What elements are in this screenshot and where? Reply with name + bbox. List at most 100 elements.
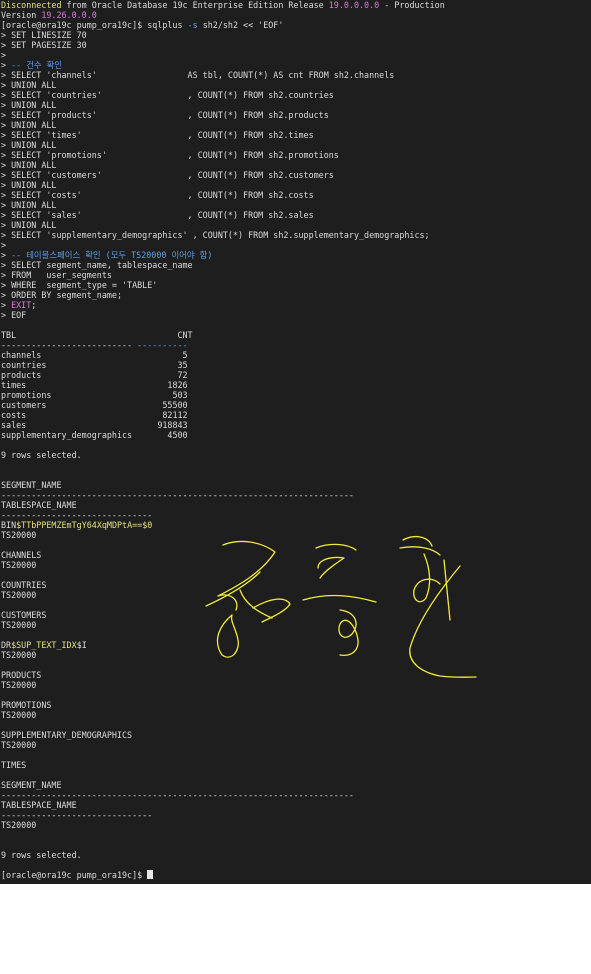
terminal-window[interactable]: Disconnected from Oracle Database 19c En… bbox=[0, 0, 591, 884]
terminal-text: TS20000 bbox=[1, 710, 37, 720]
terminal-line: CUSTOMERS bbox=[1, 610, 445, 620]
terminal-text: > SELECT 'products' , COUNT(*) FROM sh2.… bbox=[1, 110, 329, 120]
terminal-text: TABLESPACE_NAME bbox=[1, 500, 77, 510]
terminal-line: > UNION ALL bbox=[1, 100, 445, 110]
terminal-line: TABLESPACE_NAME bbox=[1, 500, 445, 510]
count-table-row: sales 918843 bbox=[1, 420, 445, 430]
count-table-row: countries 35 bbox=[1, 360, 445, 370]
tbl-cell: products bbox=[1, 370, 42, 380]
terminal-text: $I bbox=[76, 640, 87, 650]
terminal-text: TS20000 bbox=[1, 590, 37, 600]
terminal-text: > bbox=[1, 250, 12, 260]
terminal-line: PRODUCTS bbox=[1, 670, 445, 680]
cell-padding bbox=[51, 390, 172, 400]
terminal-text: ; bbox=[31, 300, 37, 310]
terminal-text: 19.0.0.0.0 bbox=[328, 0, 380, 10]
terminal-text: ------------------------------ bbox=[1, 510, 153, 520]
terminal-text: > SELECT 'supplementary_demographics' , … bbox=[1, 230, 430, 240]
count-table-row: customers 55500 bbox=[1, 400, 445, 410]
terminal-text: > SELECT 'customers' , COUNT(*) FROM sh2… bbox=[1, 170, 334, 180]
cell-padding bbox=[132, 430, 167, 440]
terminal-text: SEGMENT_NAME bbox=[1, 480, 62, 490]
terminal-text: $SUP_TEXT_IDX bbox=[11, 640, 77, 650]
cnt-cell: 72 bbox=[177, 370, 188, 380]
terminal-line: > FROM user_segments bbox=[1, 270, 445, 280]
terminal-line: PROMOTIONS bbox=[1, 700, 445, 710]
tbl-cell: channels bbox=[1, 350, 42, 360]
terminal-text: > UNION ALL bbox=[1, 100, 57, 110]
terminal-text: DR bbox=[1, 640, 12, 650]
count-table-rule: -------------------------- ---------- bbox=[1, 340, 445, 350]
rule-segment: -------------------------- bbox=[1, 340, 138, 350]
cnt-cell: 1826 bbox=[167, 380, 188, 390]
terminal-text: SUPPLEMENTARY_DEMOGRAPHICS bbox=[1, 730, 133, 740]
terminal-text: sh2/sh2 << 'EOF' bbox=[197, 20, 284, 30]
count-table-row: times 1826 bbox=[1, 380, 445, 390]
terminal-text: ----------------------------------------… bbox=[1, 790, 354, 800]
terminal-text: SEGMENT_NAME bbox=[1, 780, 62, 790]
terminal-line: TABLESPACE_NAME bbox=[1, 800, 445, 810]
terminal-text: > UNION ALL bbox=[1, 80, 57, 90]
count-table-row: costs 82112 bbox=[1, 410, 445, 420]
tbl-cell: customers bbox=[1, 400, 47, 410]
terminal-text: > SELECT 'costs' , COUNT(*) FROM sh2.cos… bbox=[1, 190, 314, 200]
terminal-line: TS20000 bbox=[1, 710, 445, 720]
terminal-line: [oracle@ora19c pump_ora19c]$ sqlplus -s … bbox=[1, 20, 445, 30]
terminal-line: CHANNELS bbox=[1, 550, 445, 560]
tbl-cell: supplementary_demographics bbox=[1, 430, 133, 440]
terminal-text: Version bbox=[1, 10, 42, 20]
terminal-text: Disconnected bbox=[1, 0, 62, 10]
terminal-line: > UNION ALL bbox=[1, 80, 445, 90]
rule-segment: ---------- bbox=[137, 340, 188, 350]
count-table-row: promotions 503 bbox=[1, 390, 445, 400]
terminal-line: > SELECT 'supplementary_demographics' , … bbox=[1, 230, 445, 240]
terminal-line: > SELECT 'countries' , COUNT(*) FROM sh2… bbox=[1, 90, 445, 100]
terminal-line: TS20000 bbox=[1, 740, 445, 750]
terminal-line: > EXIT; bbox=[1, 300, 445, 310]
terminal-text: > SET PAGESIZE 30 bbox=[1, 40, 87, 50]
terminal-line: > UNION ALL bbox=[1, 220, 445, 230]
terminal-text: > EOF bbox=[1, 310, 27, 320]
terminal-line: TS20000 bbox=[1, 820, 445, 830]
terminal-text: > ORDER BY segment_name; bbox=[1, 290, 123, 300]
terminal-line: > SELECT 'promotions' , COUNT(*) FROM sh… bbox=[1, 150, 445, 160]
rows-selected-text: 9 rows selected. bbox=[1, 450, 82, 460]
terminal-text: COUNTRIES bbox=[1, 580, 47, 590]
terminal-text: > bbox=[1, 50, 7, 60]
terminal-text: EXIT bbox=[11, 300, 32, 310]
terminal-line: Version 19.26.0.0.0 bbox=[1, 10, 445, 20]
terminal-text: > SELECT 'channels' AS tbl, COUNT(*) AS … bbox=[1, 70, 395, 80]
cell-padding bbox=[26, 380, 167, 390]
terminal-text: > UNION ALL bbox=[1, 120, 57, 130]
terminal-line: > UNION ALL bbox=[1, 140, 445, 150]
terminal-line: SEGMENT_NAME bbox=[1, 780, 445, 790]
terminal-text: TS20000 bbox=[1, 820, 37, 830]
terminal-text: > UNION ALL bbox=[1, 160, 57, 170]
terminal-line: > SELECT segment_name, tablespace_name bbox=[1, 260, 445, 270]
terminal-text: > SELECT 'times' , COUNT(*) FROM sh2.tim… bbox=[1, 130, 314, 140]
terminal-text: > UNION ALL bbox=[1, 180, 57, 190]
terminal-line: > SELECT 'times' , COUNT(*) FROM sh2.tim… bbox=[1, 130, 445, 140]
terminal-line: TS20000 bbox=[1, 620, 445, 630]
terminal-text: ----------------------------------------… bbox=[1, 490, 354, 500]
terminal-line: > UNION ALL bbox=[1, 160, 445, 170]
terminal-line: TS20000 bbox=[1, 680, 445, 690]
count-table-row: supplementary_demographics 4500 bbox=[1, 430, 445, 440]
terminal-line: > SELECT 'sales' , COUNT(*) FROM sh2.sal… bbox=[1, 210, 445, 220]
cnt-cell: 5 bbox=[182, 350, 188, 360]
tbl-cell: promotions bbox=[1, 390, 52, 400]
terminal-line: TS20000 bbox=[1, 590, 445, 600]
terminal-text: 19.26.0.0.0 bbox=[41, 10, 97, 20]
shell-prompt-line[interactable]: [oracle@ora19c pump_ora19c]$ bbox=[1, 870, 445, 880]
terminal-line: TS20000 bbox=[1, 560, 445, 570]
terminal-text: TS20000 bbox=[1, 620, 37, 630]
